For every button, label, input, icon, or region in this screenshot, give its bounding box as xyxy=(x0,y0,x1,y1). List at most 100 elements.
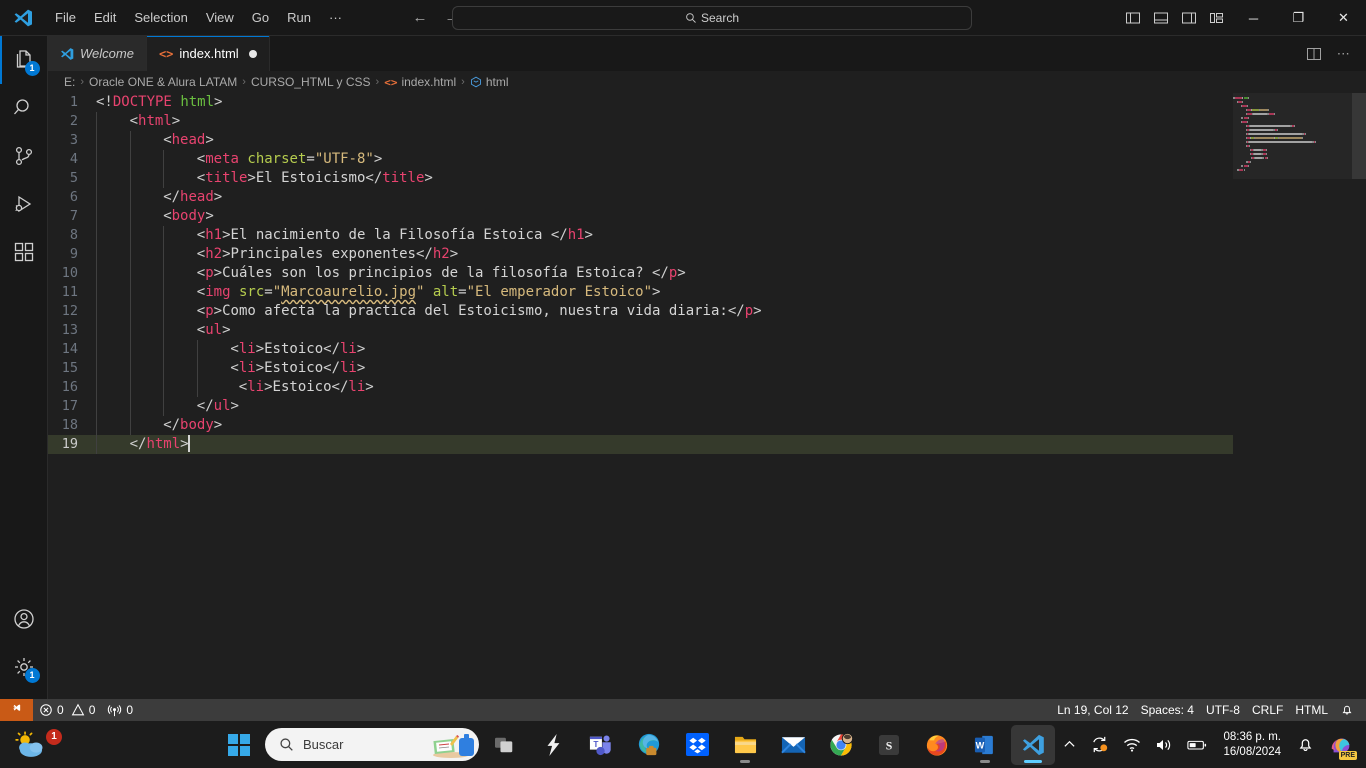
menu-edit[interactable]: Edit xyxy=(86,5,124,31)
editor-minimap[interactable] xyxy=(1233,93,1352,699)
code-line[interactable]: 5 <title>El Estoicismo</title> xyxy=(48,169,1233,188)
tab-dirty-indicator[interactable] xyxy=(248,49,257,58)
code-line-content[interactable]: <h1>El nacimiento de la Filosofía Estoic… xyxy=(96,226,1233,245)
activitybar-accounts[interactable] xyxy=(0,595,48,643)
tray-overflow-button[interactable] xyxy=(1057,726,1082,764)
customize-layout-button[interactable] xyxy=(1203,0,1231,36)
activitybar-settings[interactable]: 1 xyxy=(0,643,48,691)
taskbar-firefox[interactable] xyxy=(915,725,959,765)
status-encoding[interactable]: UTF-8 xyxy=(1200,699,1246,721)
code-line-content[interactable]: </head> xyxy=(96,188,1233,207)
taskbar-sublime[interactable]: S xyxy=(867,725,911,765)
window-minimize-button[interactable]: ─ xyxy=(1231,0,1276,36)
taskbar-dropbox[interactable] xyxy=(675,725,719,765)
status-problems[interactable]: 0 0 xyxy=(33,699,101,721)
status-notifications[interactable] xyxy=(1334,699,1360,721)
breadcrumb-item-file[interactable]: <> index.html xyxy=(384,75,456,89)
code-line-content[interactable]: <img src="Marcoaurelio.jpg" alt="El empe… xyxy=(96,283,1233,302)
code-line-content[interactable]: </html> xyxy=(96,435,1233,454)
code-line[interactable]: 7 <body> xyxy=(48,207,1233,226)
code-line[interactable]: 8 <h1>El nacimiento de la Filosofía Estoi… xyxy=(48,226,1233,245)
activitybar-search[interactable] xyxy=(0,84,48,132)
breadcrumb-item-symbol[interactable]: html xyxy=(470,75,509,89)
status-language-mode[interactable]: HTML xyxy=(1289,699,1334,721)
code-line-content[interactable]: <p>Cuáles son los principios de la filos… xyxy=(96,264,1233,283)
arrow-left-icon[interactable]: ← xyxy=(411,9,429,26)
code-line[interactable]: 9 <h2>Principales exponentes</h2> xyxy=(48,245,1233,264)
code-line-content[interactable]: <li>Estoico</li> xyxy=(96,359,1233,378)
taskbar-edge[interactable] xyxy=(627,725,671,765)
status-remote-window-button[interactable] xyxy=(0,699,33,721)
split-editor-right-button[interactable] xyxy=(1300,40,1328,68)
code-line[interactable]: 3 <head> xyxy=(48,131,1233,150)
code-editor[interactable]: 1 <!DOCTYPE html> 2 <html> 3 <head> 4 <meta cha… xyxy=(48,93,1366,699)
code-line[interactable]: 18 </body> xyxy=(48,416,1233,435)
toggle-panel-button[interactable] xyxy=(1147,0,1175,36)
activitybar-source-control[interactable] xyxy=(0,132,48,180)
editor-vertical-scrollbar[interactable] xyxy=(1352,93,1366,699)
code-line-content[interactable]: <!DOCTYPE html> xyxy=(96,93,1233,112)
code-line-content[interactable]: <ul> xyxy=(96,321,1233,340)
status-indentation[interactable]: Spaces: 4 xyxy=(1135,699,1200,721)
code-line[interactable]: 11 <img src="Marcoaurelio.jpg" alt="El em… xyxy=(48,283,1233,302)
tray-wifi-button[interactable] xyxy=(1117,726,1147,764)
taskbar-file-explorer[interactable] xyxy=(723,725,767,765)
activitybar-run-debug[interactable] xyxy=(0,180,48,228)
code-line[interactable]: 10 <p>Cuáles son los principios de la fil… xyxy=(48,264,1233,283)
tray-battery-button[interactable] xyxy=(1181,726,1213,764)
code-line-content[interactable]: </ul> xyxy=(96,397,1233,416)
code-line[interactable]: 4 <meta charset="UTF-8"> xyxy=(48,150,1233,169)
activitybar-explorer[interactable]: 1 xyxy=(0,36,48,84)
windows-start-button[interactable] xyxy=(217,725,261,765)
taskbar-opera[interactable] xyxy=(531,725,575,765)
tab-index-html[interactable]: <> index.html xyxy=(146,36,270,71)
code-line[interactable]: 1 <!DOCTYPE html> xyxy=(48,93,1233,112)
command-center-search[interactable]: Search xyxy=(452,6,972,30)
toggle-secondary-sidebar-button[interactable] xyxy=(1175,0,1203,36)
window-close-button[interactable]: ✕ xyxy=(1321,0,1366,36)
code-line-content[interactable]: <head> xyxy=(96,131,1233,150)
taskbar-chrome[interactable] xyxy=(819,725,863,765)
window-maximize-button[interactable]: ❐ xyxy=(1276,0,1321,36)
status-eol[interactable]: CRLF xyxy=(1246,699,1289,721)
code-line[interactable]: 15 <li>Estoico</li> xyxy=(48,359,1233,378)
activitybar-extensions[interactable] xyxy=(0,228,48,276)
menu-more[interactable]: ··· xyxy=(321,5,350,31)
menu-run[interactable]: Run xyxy=(279,5,319,31)
code-line[interactable]: 12 <p>Como afecta la practica del Estoici… xyxy=(48,302,1233,321)
code-line-content[interactable]: <html> xyxy=(96,112,1233,131)
breadcrumb-item-folder-2[interactable]: CURSO_HTML y CSS xyxy=(251,75,371,89)
tray-copilot-button[interactable]: PRE xyxy=(1322,726,1360,764)
code-line[interactable]: 13 <ul> xyxy=(48,321,1233,340)
code-line-content[interactable]: <li>Estoico</li> xyxy=(96,340,1233,359)
code-line-content[interactable]: </body> xyxy=(96,416,1233,435)
breadcrumb-item-drive[interactable]: E: xyxy=(64,75,75,89)
code-line-content[interactable]: <body> xyxy=(96,207,1233,226)
editor-more-actions-button[interactable]: ⋯ xyxy=(1330,40,1358,68)
code-line[interactable]: 14 <li>Estoico</li> xyxy=(48,340,1233,359)
tray-clock[interactable]: 08:36 p. m. 16/08/2024 xyxy=(1215,726,1289,764)
tray-notifications-button[interactable] xyxy=(1291,726,1320,764)
breadcrumb-item-folder-1[interactable]: Oracle ONE & Alura LATAM xyxy=(89,75,237,89)
scrollbar-thumb[interactable] xyxy=(1352,93,1366,179)
menu-view[interactable]: View xyxy=(198,5,242,31)
status-cursor-position[interactable]: Ln 19, Col 12 xyxy=(1051,699,1134,721)
menu-go[interactable]: Go xyxy=(244,5,277,31)
code-line-content[interactable]: <title>El Estoicismo</title> xyxy=(96,169,1233,188)
taskbar-mail[interactable] xyxy=(771,725,815,765)
code-line-content[interactable]: <li>Estoico</li> xyxy=(96,378,1233,397)
tab-welcome[interactable]: Welcome xyxy=(48,36,147,71)
tray-volume-button[interactable] xyxy=(1149,726,1179,764)
code-line[interactable]: 16 <li>Estoico</li> xyxy=(48,378,1233,397)
weather-widget[interactable]: 1 xyxy=(14,727,86,763)
code-line[interactable]: 2 <html> xyxy=(48,112,1233,131)
menu-selection[interactable]: Selection xyxy=(126,5,195,31)
taskbar-vscode[interactable] xyxy=(1011,724,1055,765)
code-line[interactable]: 17 </ul> xyxy=(48,397,1233,416)
taskbar-search-box[interactable]: Buscar xyxy=(265,728,479,761)
taskbar-teams[interactable]: T xyxy=(579,725,623,765)
code-lines-container[interactable]: 1 <!DOCTYPE html> 2 <html> 3 <head> 4 <meta cha… xyxy=(48,93,1233,699)
code-line-content[interactable]: <h2>Principales exponentes</h2> xyxy=(96,245,1233,264)
toggle-primary-sidebar-button[interactable] xyxy=(1119,0,1147,36)
tray-update-button[interactable] xyxy=(1084,726,1115,764)
